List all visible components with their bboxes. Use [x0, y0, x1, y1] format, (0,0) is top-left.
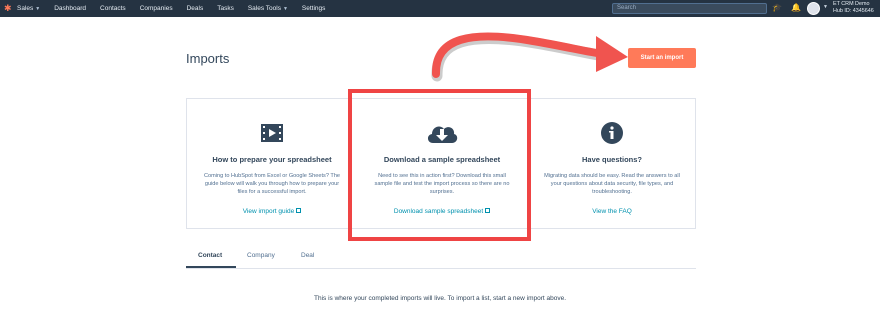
nav-item-sales-tools[interactable]: Sales Tools ▼: [241, 5, 295, 12]
search-input[interactable]: Search: [612, 3, 767, 14]
active-tab-indicator: [186, 266, 236, 268]
tab-contact[interactable]: Contact: [198, 252, 222, 259]
chevron-down-icon[interactable]: ▼: [823, 4, 828, 10]
nav-item-deals[interactable]: Deals: [180, 5, 211, 12]
card-description: Migrating data should be easy. Read the …: [544, 173, 680, 195]
nav-item-tasks[interactable]: Tasks: [210, 5, 241, 12]
annotation-highlight-box: [348, 89, 531, 241]
card-have-questions: Have questions? Migrating data should be…: [527, 99, 697, 230]
chevron-down-icon: ▼: [282, 6, 288, 12]
account-name: ET CRM Demo: [833, 1, 870, 7]
video-icon: [187, 121, 357, 145]
chevron-down-icon: ▼: [35, 6, 41, 12]
card-title: How to prepare your spreadsheet: [212, 155, 332, 164]
nav-item-contacts[interactable]: Contacts: [93, 5, 133, 12]
nav-item-companies[interactable]: Companies: [133, 5, 180, 12]
page-title: Imports: [186, 51, 230, 66]
view-faq-link[interactable]: View the FAQ: [527, 208, 697, 215]
empty-state-message: This is where your completed imports wil…: [313, 295, 567, 302]
academy-icon[interactable]: 🎓: [772, 3, 782, 13]
nav-item-settings[interactable]: Settings: [295, 5, 333, 12]
hub-id: Hub ID: 4345646: [833, 8, 874, 14]
tab-deal[interactable]: Deal: [301, 252, 314, 259]
info-icon: [527, 121, 697, 145]
card-prepare-spreadsheet: How to prepare your spreadsheet Coming t…: [187, 99, 357, 230]
notifications-bell-icon[interactable]: 🔔: [791, 3, 801, 13]
start-import-button[interactable]: Start an import: [628, 48, 696, 68]
card-description: Coming to HubSpot from Excel or Google S…: [203, 173, 341, 195]
hubspot-logo-icon[interactable]: ✱: [4, 4, 13, 13]
tab-company[interactable]: Company: [247, 252, 275, 259]
view-import-guide-link[interactable]: View import guide: [187, 208, 357, 215]
nav-item-dashboard[interactable]: Dashboard: [47, 5, 93, 12]
account-menu[interactable]: ET CRM Demo Hub ID: 4345646: [833, 1, 874, 15]
card-title: Have questions?: [581, 155, 642, 164]
avatar[interactable]: [807, 2, 820, 15]
import-type-tabs: Contact Company Deal: [186, 248, 696, 269]
nav-item-sales[interactable]: Sales ▼: [17, 5, 47, 12]
external-link-icon: [296, 208, 302, 213]
